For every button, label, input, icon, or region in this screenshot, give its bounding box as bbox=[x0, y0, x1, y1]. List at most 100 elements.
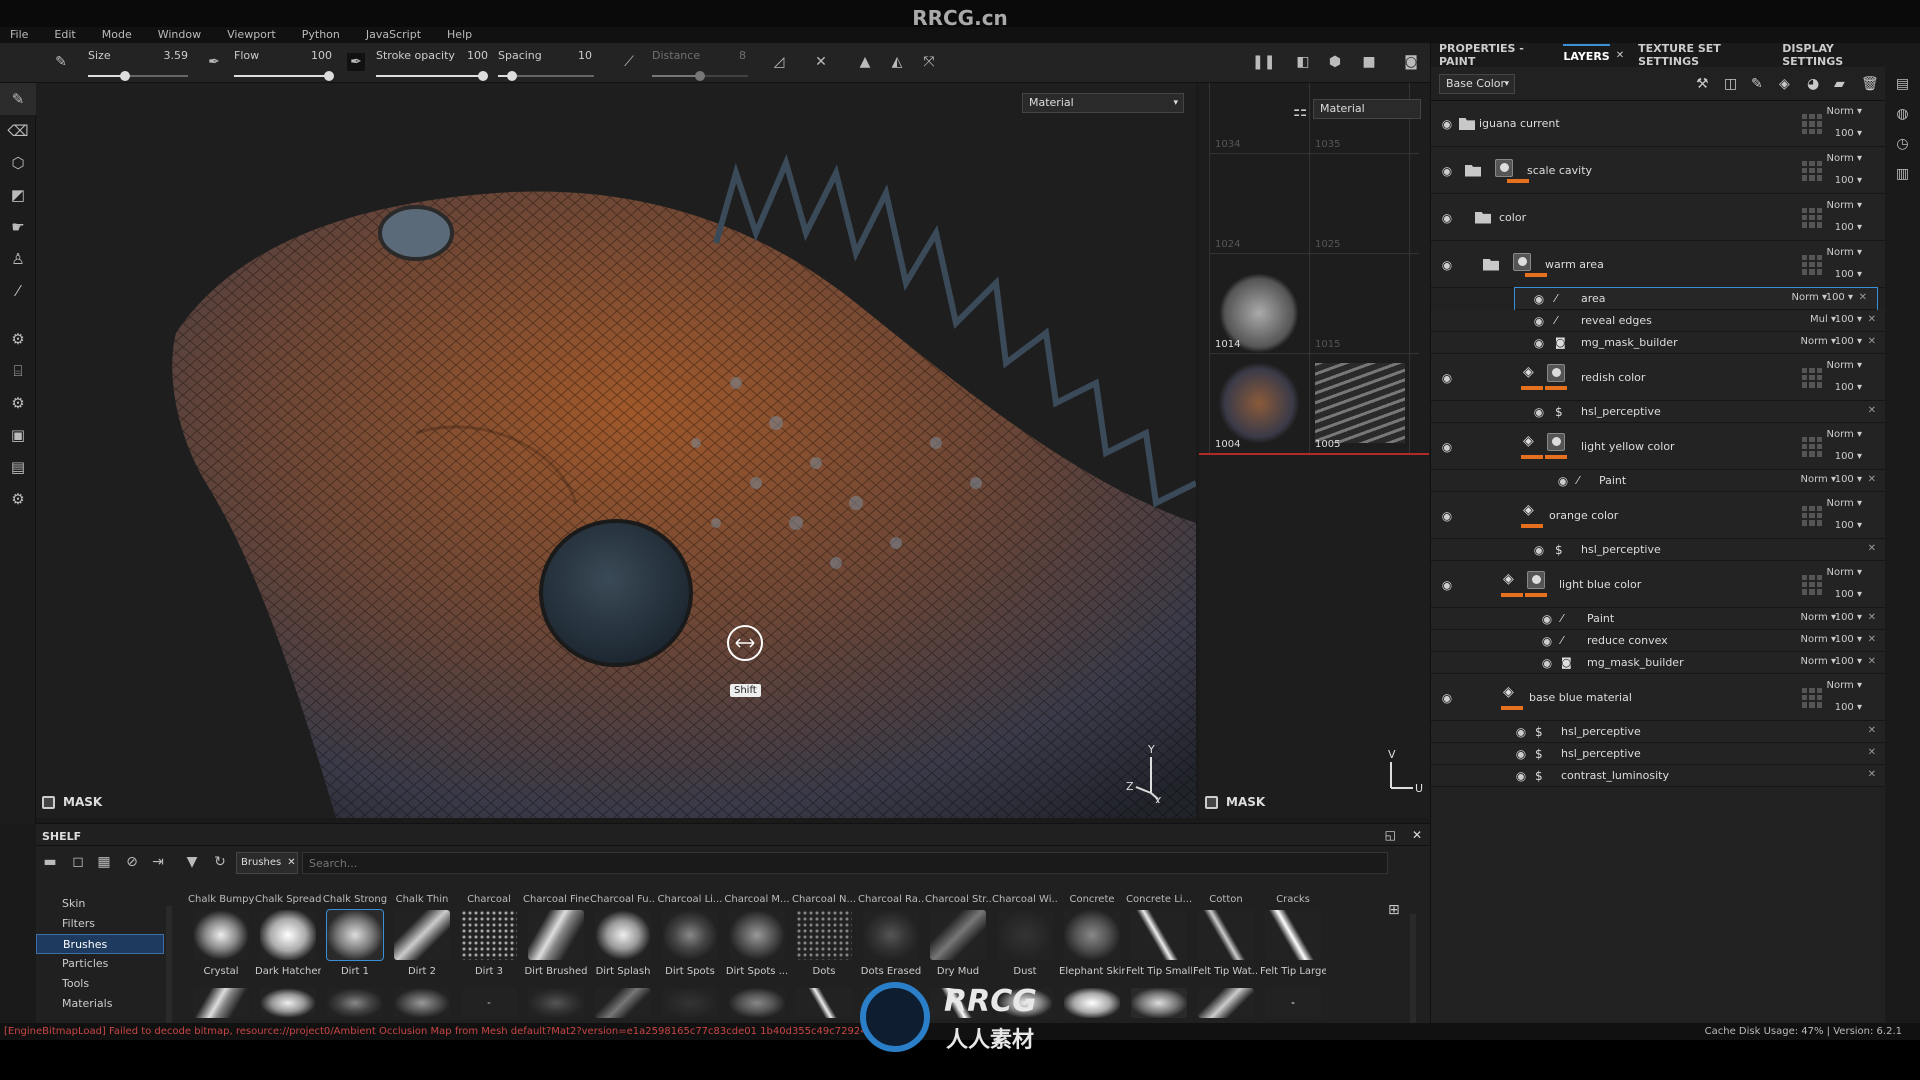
visibility-eye-icon[interactable]: ◉ bbox=[1513, 770, 1529, 782]
brush-item[interactable]: Charcoal Str... Dry Mud bbox=[925, 894, 991, 984]
visibility-eye-icon[interactable]: ◉ bbox=[1439, 118, 1455, 130]
display-options-icon[interactable]: ⚏ bbox=[1293, 101, 1307, 120]
brush-thumbnail[interactable] bbox=[327, 988, 383, 1018]
visibility-eye-icon[interactable]: ◉ bbox=[1513, 726, 1529, 738]
layer-row[interactable]: ◉ ◈ base blue material Norm ▾ 100 ▾ bbox=[1431, 674, 1886, 721]
brush-item[interactable]: Chalk Bumpy Crystal bbox=[188, 894, 254, 984]
transform-icon[interactable]: ⤧ bbox=[920, 53, 938, 71]
opacity-value[interactable]: 100 ▾ bbox=[1835, 451, 1862, 462]
add-paint-layer-icon[interactable]: ✎ bbox=[1751, 76, 1763, 92]
category-skin[interactable]: Skin bbox=[36, 894, 164, 914]
stroke-opacity-value[interactable]: 100 bbox=[448, 49, 488, 62]
brush-thumbnail[interactable] bbox=[193, 988, 249, 1018]
tab-layers[interactable]: LAYERS bbox=[1563, 43, 1610, 67]
brush-thumbnail[interactable] bbox=[662, 910, 718, 960]
shelf-close-icon[interactable]: ✕ bbox=[1412, 828, 1422, 842]
remove-effect-icon[interactable]: ✕ bbox=[1868, 543, 1876, 554]
layer-name[interactable]: hsl_perceptive bbox=[1581, 543, 1661, 556]
layer-name[interactable]: scale cavity bbox=[1527, 164, 1592, 177]
viewport-3d[interactable]: Shift Material ▾ MASK Y Z X bbox=[36, 83, 1196, 818]
visibility-eye-icon[interactable]: ◉ bbox=[1555, 475, 1571, 487]
remove-effect-icon[interactable]: ✕ bbox=[1868, 725, 1876, 736]
menu-edit[interactable]: Edit bbox=[54, 27, 75, 43]
layer-row[interactable]: ◉ $ hsl_perceptive ✕ bbox=[1431, 721, 1886, 743]
mask-checkbox-2d[interactable] bbox=[1205, 795, 1218, 809]
brush-item[interactable]: Charcoal Wi... Dust bbox=[992, 894, 1058, 984]
layer-name[interactable]: base blue material bbox=[1529, 691, 1632, 704]
tab-properties-paint[interactable]: PROPERTIES - PAINT bbox=[1439, 42, 1549, 68]
layer-row[interactable]: ◉ $ hsl_perceptive ✕ bbox=[1431, 401, 1886, 423]
remove-effect-icon[interactable]: ✕ bbox=[1868, 474, 1876, 485]
layer-name[interactable]: light yellow color bbox=[1581, 440, 1675, 453]
opacity-value[interactable]: 100 ▾ bbox=[1835, 474, 1862, 485]
distance-control[interactable]: Distance 8 bbox=[650, 47, 750, 81]
brush-thumbnail[interactable] bbox=[260, 988, 316, 1018]
eraser-tool-icon[interactable]: ⌫ bbox=[0, 115, 36, 147]
brush-thumbnail[interactable] bbox=[997, 910, 1053, 960]
brush-item[interactable]: Charcoal Dirt 3 bbox=[456, 894, 522, 984]
remove-effect-icon[interactable]: ✕ bbox=[1868, 769, 1876, 780]
layer-row[interactable]: ◉ ⁄ reveal edges Mul ▾ 100 ▾ ✕ bbox=[1431, 310, 1886, 332]
blend-mode-select[interactable]: Norm ▾ bbox=[1827, 567, 1862, 578]
layer-row[interactable]: ◉ ◈ light blue color Norm ▾ 100 ▾ bbox=[1431, 561, 1886, 608]
brush-thumbnail[interactable] bbox=[595, 910, 651, 960]
opacity-value[interactable]: 100 ▾ bbox=[1835, 336, 1862, 347]
layer-row[interactable]: ◉ scale cavity Norm ▾ 100 ▾ bbox=[1431, 147, 1886, 194]
brush-preset-icon[interactable]: ✎ bbox=[52, 53, 70, 71]
blend-mode-select[interactable]: Norm ▾ bbox=[1792, 292, 1827, 303]
remove-effect-icon[interactable]: ✕ bbox=[1868, 656, 1876, 667]
brush-thumbnail[interactable] bbox=[1198, 910, 1254, 960]
brush-thumbnail[interactable] bbox=[595, 988, 651, 1018]
category-tools[interactable]: Tools bbox=[36, 974, 164, 994]
layer-name[interactable]: redish color bbox=[1581, 371, 1645, 384]
pen-pressure-icon[interactable]: ✒ bbox=[205, 53, 223, 71]
add-folder-icon[interactable]: ▰ bbox=[1834, 76, 1845, 92]
brush-thumbnail[interactable] bbox=[326, 909, 384, 961]
spacing-control[interactable]: Spacing 10 bbox=[496, 47, 596, 81]
blend-mode-select[interactable]: Norm ▾ bbox=[1827, 153, 1862, 164]
brush-thumbnail[interactable] bbox=[461, 988, 517, 1018]
remove-effect-icon[interactable]: ✕ bbox=[1868, 634, 1876, 645]
layer-name[interactable]: hsl_perceptive bbox=[1581, 405, 1661, 418]
mask-thumbnail[interactable] bbox=[1547, 432, 1565, 451]
layer-name[interactable]: iguana current bbox=[1479, 117, 1560, 130]
opacity-value[interactable]: 100 ▾ bbox=[1835, 314, 1862, 325]
add-smart-material-icon[interactable]: ◕ bbox=[1807, 76, 1819, 92]
stroke-opacity-slider[interactable] bbox=[376, 71, 488, 81]
plugin-icon[interactable]: ⚙ bbox=[0, 483, 36, 515]
remove-effect-icon[interactable]: ✕ bbox=[1868, 336, 1876, 347]
visibility-eye-icon[interactable]: ◉ bbox=[1531, 337, 1547, 349]
blend-mode-select[interactable]: Norm ▾ bbox=[1827, 200, 1862, 211]
add-mask-icon[interactable]: ◫ bbox=[1724, 76, 1737, 92]
menu-javascript[interactable]: JavaScript bbox=[366, 27, 421, 43]
brush-thumbnail[interactable] bbox=[662, 988, 718, 1018]
brush-thumbnail[interactable] bbox=[394, 910, 450, 960]
blend-mode-select[interactable]: Norm ▾ bbox=[1801, 656, 1836, 667]
brush-thumbnail[interactable] bbox=[729, 988, 785, 1018]
screenshot-icon[interactable]: ◙ bbox=[1402, 53, 1420, 71]
delete-layer-icon[interactable]: 🗑 bbox=[1861, 76, 1879, 92]
visibility-eye-icon[interactable]: ◉ bbox=[1439, 372, 1455, 384]
mask-thumbnail[interactable] bbox=[1527, 570, 1545, 589]
blend-mode-select[interactable]: Norm ▾ bbox=[1801, 336, 1836, 347]
layer-row[interactable]: ◉ ⁄ Paint Norm ▾ 100 ▾ ✕ bbox=[1431, 470, 1886, 492]
visibility-eye-icon[interactable]: ◉ bbox=[1439, 212, 1455, 224]
lazy-mouse-icon[interactable]: ⟋ bbox=[620, 53, 638, 71]
layer-row[interactable]: ◉ ◙ mg_mask_builder Norm ▾ 100 ▾ ✕ bbox=[1431, 652, 1886, 674]
blend-mode-select[interactable]: Norm ▾ bbox=[1801, 474, 1836, 485]
save-icon[interactable]: ▦ bbox=[94, 852, 114, 872]
opacity-pressure-icon[interactable]: ✒ bbox=[347, 53, 365, 71]
visibility-eye-icon[interactable]: ◉ bbox=[1439, 165, 1455, 177]
menu-window[interactable]: Window bbox=[158, 27, 201, 43]
import-icon[interactable]: ⇥ bbox=[148, 852, 168, 872]
brush-item[interactable]: Concrete Li... Felt Tip Small bbox=[1126, 894, 1192, 984]
color-picker-icon[interactable]: ⁄ bbox=[0, 275, 36, 307]
shelf-search-input[interactable] bbox=[302, 852, 1388, 874]
brush-thumbnail[interactable] bbox=[1198, 988, 1254, 1018]
layers-panel-icon[interactable]: ▤ bbox=[1885, 69, 1920, 99]
document-icon[interactable]: ▤ bbox=[0, 451, 36, 483]
stroke-opacity-control[interactable]: Stroke opacity 100 bbox=[374, 47, 492, 81]
blend-mode-select[interactable]: Mul ▾ bbox=[1810, 314, 1836, 325]
layer-row[interactable]: ◉ $ contrast_luminosity ✕ bbox=[1431, 765, 1886, 787]
visibility-eye-icon[interactable]: ◉ bbox=[1439, 692, 1455, 704]
